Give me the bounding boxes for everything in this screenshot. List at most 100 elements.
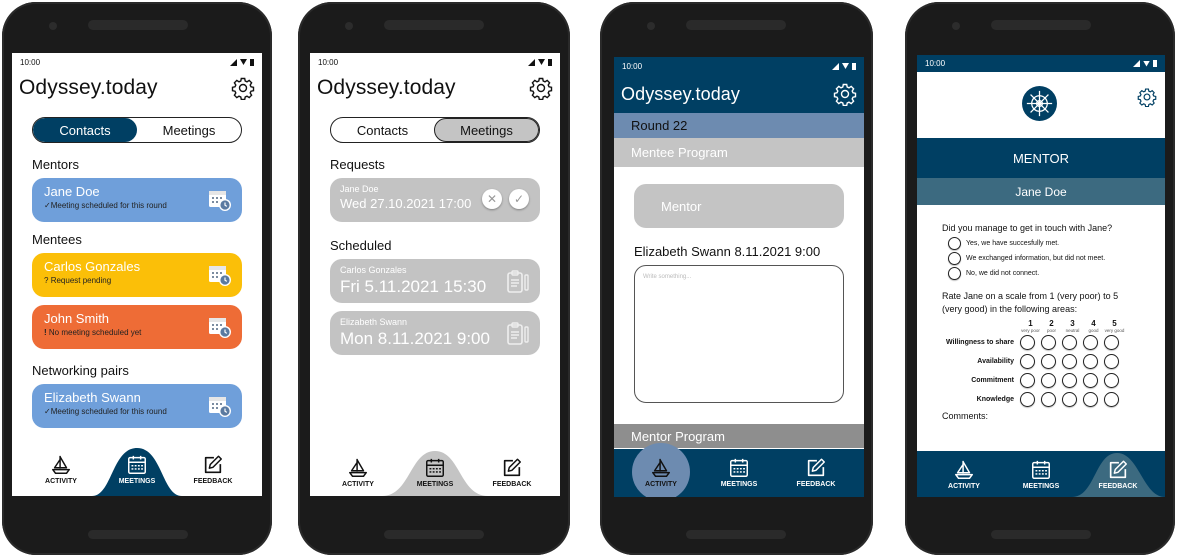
nav-label: FEEDBACK [796, 481, 836, 488]
ship-wheel-logo-icon [1022, 86, 1057, 121]
mentee-program-bar[interactable]: Mentee Program [614, 138, 864, 167]
contact-card[interactable]: Elizabeth Swann ✓Meeting scheduled for t… [32, 384, 242, 428]
wifi-icon [842, 63, 849, 69]
nav-feedback[interactable]: FEEDBACK [1083, 459, 1153, 490]
rating-cell [1080, 392, 1101, 407]
notes-textarea[interactable]: Write something... [634, 265, 844, 403]
rating-cell [1038, 354, 1059, 369]
contact-card[interactable]: Carlos Gonzales ? Request pending [32, 253, 242, 297]
scheduled-meeting-card[interactable]: Carlos Gonzales Fri 5.11.2021 15:30 [330, 259, 540, 303]
rating-row: Knowledge [942, 390, 1165, 409]
nav-activity[interactable]: ACTIVITY [626, 457, 696, 488]
battery-icon [548, 58, 552, 66]
radio-button[interactable] [948, 237, 961, 250]
rating-radio[interactable] [1020, 354, 1035, 369]
rating-radio[interactable] [1083, 373, 1098, 388]
nav-label: MEETINGS [720, 481, 758, 488]
rating-cell [1017, 392, 1038, 407]
scale-col: 1 very poor [1020, 320, 1041, 334]
scheduled-meeting-card[interactable]: Elizabeth Swann Mon 8.11.2021 9:00 [330, 311, 540, 355]
accept-button[interactable]: ✓ [509, 189, 529, 209]
calendar-icon [424, 457, 446, 479]
nav-meetings[interactable]: MEETINGS [400, 457, 470, 488]
scale-col: 3 neutral [1062, 320, 1083, 334]
tab-contacts[interactable]: Contacts [331, 118, 434, 142]
contact-option[interactable]: We exchanged information, but did not me… [948, 252, 1165, 265]
exclamation-icon: ! [44, 328, 47, 337]
speaker-bottom [384, 530, 484, 539]
rating-radio[interactable] [1062, 335, 1077, 350]
nav-activity[interactable]: ACTIVITY [323, 457, 393, 488]
option-label: We exchanged information, but did not me… [966, 255, 1106, 262]
radio-button[interactable] [948, 267, 961, 280]
nav-meetings[interactable]: MEETINGS [1006, 459, 1076, 490]
speaker [384, 20, 484, 30]
rating-cell [1059, 373, 1080, 388]
rating-radio[interactable] [1041, 354, 1056, 369]
sailboat-icon [650, 457, 672, 479]
scale-col: 2 poor [1041, 320, 1062, 334]
rating-radio[interactable] [1062, 373, 1077, 388]
calendar-clock-icon[interactable] [208, 188, 232, 212]
rating-radio[interactable] [1104, 335, 1119, 350]
nav-meetings[interactable]: MEETINGS [704, 457, 774, 488]
tab-meetings[interactable]: Meetings [434, 118, 539, 142]
rating-radio[interactable] [1083, 335, 1098, 350]
scale-col: 4 good [1083, 319, 1104, 334]
criterion-label: Commitment [971, 377, 1014, 384]
tab-contacts[interactable]: Contacts [33, 118, 137, 142]
calendar-clock-icon[interactable] [208, 263, 232, 287]
rating-radio[interactable] [1062, 392, 1077, 407]
status-bar: 10:00 [12, 53, 262, 71]
nav-meetings[interactable]: MEETINGS [102, 454, 172, 485]
rating-cell [1059, 335, 1080, 350]
rating-radio[interactable] [1062, 354, 1077, 369]
rating-cell [1080, 335, 1101, 350]
sailboat-icon [50, 454, 72, 476]
role-banner: MENTOR [917, 138, 1165, 178]
rating-radio[interactable] [1083, 354, 1098, 369]
speaker [686, 20, 786, 30]
mentor-button[interactable]: Mentor [634, 184, 844, 228]
rating-radio[interactable] [1041, 392, 1056, 407]
tab-meetings[interactable]: Meetings [137, 118, 241, 142]
radio-button[interactable] [948, 252, 961, 265]
nav-feedback[interactable]: FEEDBACK [178, 454, 248, 485]
rating-radio[interactable] [1020, 392, 1035, 407]
decline-button[interactable]: ✕ [482, 189, 502, 209]
nav-feedback[interactable]: FEEDBACK [477, 457, 547, 488]
contact-option[interactable]: Yes, we have succesfully met. [948, 237, 1165, 250]
rating-radio[interactable] [1083, 392, 1098, 407]
meeting-request-card[interactable]: Jane Doe Wed 27.10.2021 17:00 ✕ ✓ [330, 178, 540, 222]
rating-radio[interactable] [1041, 373, 1056, 388]
round-bar: Round 22 [614, 113, 864, 138]
contact-question: Did you manage to get in touch with Jane… [942, 223, 1113, 233]
calendar-clock-icon[interactable] [208, 315, 232, 339]
rating-radio[interactable] [1104, 373, 1119, 388]
option-label: Yes, we have succesfully met. [966, 240, 1060, 247]
contact-card[interactable]: Jane Doe ✓Meeting scheduled for this rou… [32, 178, 242, 222]
settings-gear-icon[interactable] [1137, 87, 1157, 107]
rating-radio[interactable] [1104, 354, 1119, 369]
section-title-mentees: Mentees [32, 232, 82, 247]
clipboard-notes-icon[interactable] [506, 269, 530, 295]
clipboard-notes-icon[interactable] [506, 321, 530, 347]
nav-activity[interactable]: ACTIVITY [26, 454, 96, 485]
contact-card[interactable]: John Smith ! No meeting scheduled yet [32, 305, 242, 349]
nav-feedback[interactable]: FEEDBACK [781, 457, 851, 488]
contact-option[interactable]: No, we did not connect. [948, 267, 1165, 280]
rating-radio[interactable] [1104, 392, 1119, 407]
rating-radio[interactable] [1020, 373, 1035, 388]
contact-status: Meeting scheduled for this round [50, 201, 167, 210]
calendar-clock-icon[interactable] [208, 394, 232, 418]
rating-cell [1059, 392, 1080, 407]
criterion-label: Knowledge [976, 396, 1014, 403]
rating-radio[interactable] [1020, 335, 1035, 350]
settings-gear-icon[interactable] [231, 76, 255, 100]
scale-value: 4 [1091, 319, 1096, 328]
settings-gear-icon[interactable] [833, 82, 857, 106]
settings-gear-icon[interactable] [529, 76, 553, 100]
rating-radio[interactable] [1041, 335, 1056, 350]
nav-activity[interactable]: ACTIVITY [929, 459, 999, 490]
sailboat-icon [953, 459, 975, 481]
